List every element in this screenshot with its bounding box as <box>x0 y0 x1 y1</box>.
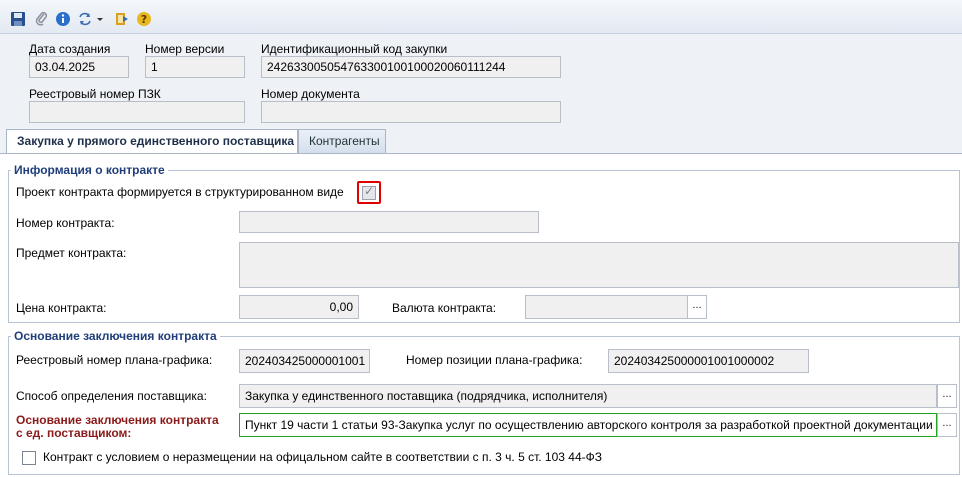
currency-label: Валюта контракта: <box>392 301 497 315</box>
purchase-id-field[interactable]: 242633005054763300100100020060111244 <box>261 56 561 78</box>
export-icon[interactable] <box>113 10 131 28</box>
refresh-icon[interactable] <box>77 10 105 28</box>
document-number-field[interactable] <box>261 101 561 123</box>
nonpublish-label: Контракт с условием о неразмещении на оф… <box>43 450 602 464</box>
version-field[interactable]: 1 <box>145 56 245 78</box>
date-created-field[interactable]: 03.04.2025 <box>29 56 129 78</box>
header-panel: Дата создания 03.04.2025 Номер версии 1 … <box>0 34 962 130</box>
basis-label: Основание заключения контракта с ед. пос… <box>16 414 219 440</box>
method-field[interactable]: Закупка у единственного поставщика (подр… <box>239 384 937 408</box>
currency-select-button[interactable]: ... <box>687 295 707 319</box>
tab-content: Информация о контракте Проект контракта … <box>0 153 962 477</box>
date-created-label: Дата создания <box>29 42 111 56</box>
plan-number-label: Реестровый номер плана-графика: <box>16 353 213 367</box>
basis-label-line2: с ед. поставщиком: <box>16 426 132 440</box>
plan-number-field[interactable]: 202403425000001001 <box>239 349 370 373</box>
registry-number-label: Реестровый номер ПЗК <box>29 87 161 101</box>
contract-price-field[interactable]: 0,00 <box>239 295 359 319</box>
document-number-label: Номер документа <box>261 87 360 101</box>
registry-number-field[interactable] <box>29 101 245 123</box>
structured-label: Проект контракта формируется в структури… <box>16 185 344 199</box>
info-icon[interactable] <box>54 10 72 28</box>
basis-field[interactable]: Пункт 19 части 1 статьи 93-Закупка услуг… <box>239 413 937 437</box>
paperclip-icon[interactable] <box>33 10 51 28</box>
toolbar: ? <box>0 0 962 34</box>
contract-number-field[interactable] <box>239 211 539 233</box>
method-select-button[interactable]: ... <box>937 384 957 408</box>
basis-select-button[interactable]: ... <box>937 413 957 437</box>
plan-position-field[interactable]: 202403425000001001000002 <box>608 349 809 373</box>
structured-checkbox[interactable] <box>362 184 376 200</box>
contract-info-title: Информация о контракте <box>11 163 168 177</box>
version-label: Номер версии <box>145 42 225 56</box>
contract-price-label: Цена контракта: <box>16 301 107 315</box>
contract-subject-label: Предмет контракта: <box>16 246 127 260</box>
purchase-id-label: Идентификационный код закупки <box>261 42 448 56</box>
method-label: Способ определения поставщика: <box>16 389 207 403</box>
contract-subject-field[interactable] <box>239 242 959 288</box>
help-icon[interactable]: ? <box>135 10 153 28</box>
currency-field[interactable] <box>525 295 688 319</box>
tab-strip: Закупка у прямого единственного поставщи… <box>0 129 962 154</box>
tab-counterparties[interactable]: Контрагенты <box>298 129 386 153</box>
basis-title: Основание заключения контракта <box>11 329 220 343</box>
plan-position-label: Номер позиции плана-графика: <box>406 353 583 367</box>
save-icon[interactable] <box>9 10 27 28</box>
tab-direct-single-supplier[interactable]: Закупка у прямого единственного поставщи… <box>6 129 298 154</box>
svg-text:?: ? <box>141 13 147 26</box>
nonpublish-checkbox[interactable] <box>22 451 36 465</box>
contract-number-label: Номер контракта: <box>16 216 115 230</box>
